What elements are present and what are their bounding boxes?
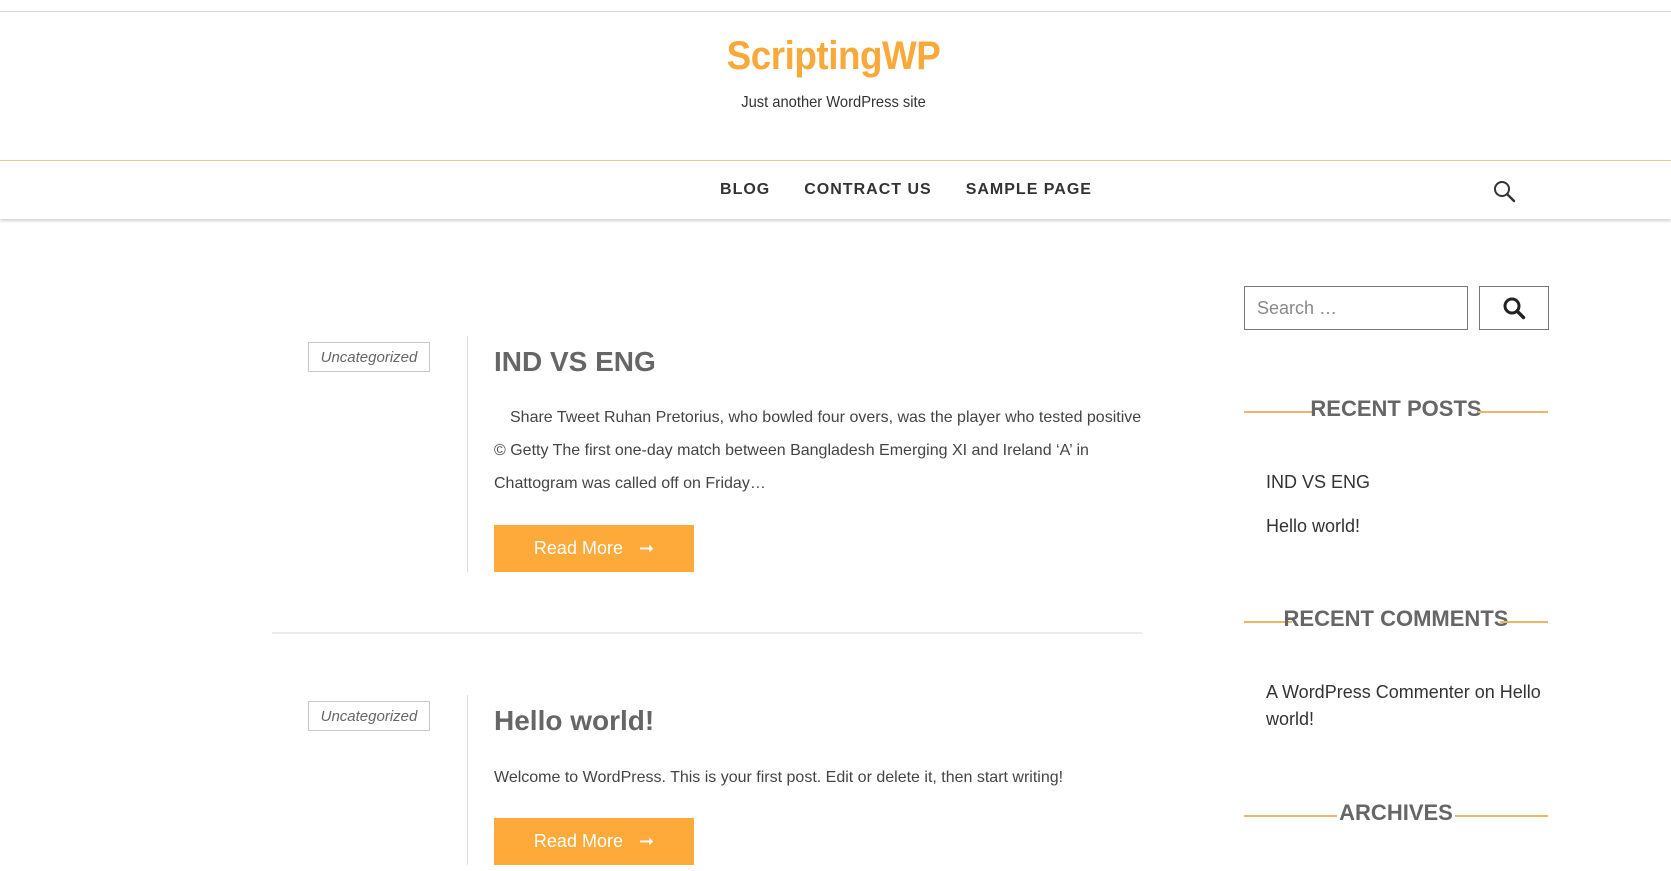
widget-title: RECENT COMMENTS <box>1283 606 1509 631</box>
comment-on-text: on <box>1474 682 1495 702</box>
recent-post-link[interactable]: IND VS ENG <box>1266 472 1370 493</box>
nav-item-blog[interactable]: BLOG <box>720 181 770 199</box>
post-excerpt: Share Tweet Ruhan Pretorius, who bowled … <box>494 409 1142 492</box>
read-more-button[interactable]: Read More ➞ <box>494 525 694 572</box>
post-title[interactable]: IND VS ENG <box>494 346 656 378</box>
post-divider <box>467 336 468 572</box>
heading-line <box>1500 621 1548 623</box>
arrow-right-icon: ➞ <box>638 831 655 851</box>
recent-posts-heading: RECENT POSTS <box>1244 396 1548 426</box>
read-more-label: Read More <box>533 831 623 851</box>
site-tagline: Just another WordPress site <box>741 94 926 111</box>
post-separator <box>272 632 1142 634</box>
arrow-right-icon: ➞ <box>638 538 655 558</box>
post-divider <box>467 695 468 865</box>
widget-title: RECENT POSTS <box>1310 396 1482 421</box>
heading-line <box>1478 411 1548 413</box>
recent-comment: A WordPress Commenter on Hello world! <box>1266 679 1556 733</box>
comment-author-link[interactable]: A WordPress Commenter <box>1266 682 1470 702</box>
read-more-button[interactable]: Read More ➞ <box>494 818 694 865</box>
top-border <box>0 11 1671 12</box>
post-title[interactable]: Hello world! <box>494 705 654 737</box>
site-title[interactable]: ScriptingWP <box>0 34 1667 79</box>
heading-line <box>1455 815 1548 817</box>
post-article: Uncategorized IND VS ENG Share Tweet Ruh… <box>270 336 1141 576</box>
search-input[interactable] <box>1244 286 1468 330</box>
nav-item-contract-us[interactable]: CONTRACT US <box>804 181 931 199</box>
recent-post-link[interactable]: Hello world! <box>1266 516 1360 537</box>
nav-item-sample-page[interactable]: SAMPLE PAGE <box>966 181 1092 199</box>
archives-heading: ARCHIVES <box>1244 800 1548 830</box>
nav-menu: BLOG CONTRACT US SAMPLE PAGE <box>0 161 1671 219</box>
read-more-label: Read More <box>533 538 623 558</box>
search-icon[interactable] <box>1492 179 1516 203</box>
search-icon <box>1503 297 1526 320</box>
category-badge[interactable]: Uncategorized <box>308 342 430 372</box>
post-excerpt: Welcome to WordPress. This is your first… <box>494 769 1064 786</box>
main-navigation: BLOG CONTRACT US SAMPLE PAGE <box>0 160 1671 219</box>
widget-title: ARCHIVES <box>1339 800 1453 825</box>
recent-comments-heading: RECENT COMMENTS <box>1244 606 1548 636</box>
post-article: Uncategorized Hello world! Welcome to Wo… <box>270 695 1140 871</box>
search-button[interactable] <box>1479 286 1549 330</box>
category-badge[interactable]: Uncategorized <box>308 701 430 731</box>
